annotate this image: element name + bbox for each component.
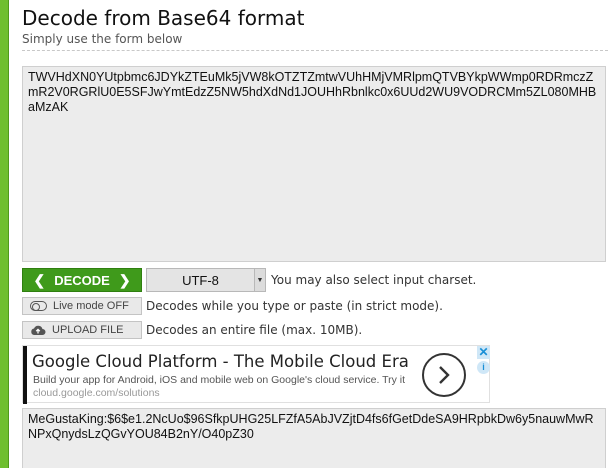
arrow-right-circle-icon[interactable] xyxy=(422,353,466,397)
dropdown-arrow-icon[interactable]: ▼ xyxy=(254,269,265,291)
upload-file-label: UPLOAD FILE xyxy=(52,324,124,336)
info-icon[interactable]: i xyxy=(477,361,490,374)
close-icon[interactable]: ✕ xyxy=(477,346,490,359)
upload-hint: Decodes an entire file (max. 10MB). xyxy=(146,323,363,337)
ad-title[interactable]: Google Cloud Platform - The Mobile Cloud… xyxy=(32,352,409,371)
live-mode-hint: Decodes while you type or paste (in stri… xyxy=(146,299,443,313)
ad-body: Build your app for Android, iOS and mobi… xyxy=(33,374,418,400)
chevron-right-icon: ❯ xyxy=(118,271,131,288)
title-divider xyxy=(22,50,608,51)
upload-file-button[interactable]: UPLOAD FILE xyxy=(22,321,142,339)
page-title: Decode from Base64 format xyxy=(22,6,305,30)
cloud-upload-icon xyxy=(31,325,46,335)
decoded-output-textarea[interactable]: MeGustaKing:$6$e1.2NcUo$96SfkpUHG25LFZfA… xyxy=(22,408,606,468)
charset-select-value: UTF-8 xyxy=(182,272,219,288)
charset-hint: You may also select input charset. xyxy=(271,273,477,287)
ad-body-text: Build your app for Android, iOS and mobi… xyxy=(33,374,406,386)
toggle-icon xyxy=(30,301,47,311)
decode-button-label: DECODE xyxy=(54,272,110,288)
charset-select[interactable]: UTF-8 ▼ xyxy=(146,268,266,292)
live-mode-toggle-button[interactable]: Live mode OFF xyxy=(22,297,142,315)
side-stripe xyxy=(0,0,9,468)
advertisement-banner[interactable]: Google Cloud Platform - The Mobile Cloud… xyxy=(22,345,490,404)
base64-input-textarea[interactable]: TWVHdXN0YUtpbmc6JDYkZTEuMk5jVW8kOTZTZmtw… xyxy=(22,66,606,262)
page-subtitle: Simply use the form below xyxy=(22,32,183,46)
decode-button[interactable]: ❮ DECODE ❯ xyxy=(22,268,142,292)
chevron-left-icon: ❮ xyxy=(33,271,46,288)
ad-left-bar xyxy=(23,346,27,404)
ad-url[interactable]: cloud.google.com/solutions xyxy=(33,387,160,399)
live-mode-label: Live mode OFF xyxy=(53,300,129,312)
